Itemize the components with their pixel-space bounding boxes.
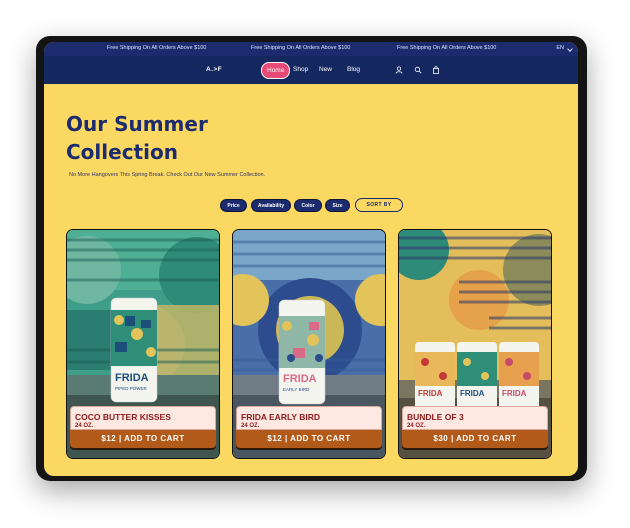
announcement-message: Free Shipping On All Orders Above $100 bbox=[107, 45, 207, 51]
product-label: COCO BUTTER KISSES 24 OZ. bbox=[70, 406, 216, 430]
product-size: 24 OZ. bbox=[241, 423, 260, 429]
product-label: FRIDA EARLY BIRD 24 OZ. bbox=[236, 406, 382, 430]
filter-color[interactable]: Color bbox=[294, 199, 322, 212]
main-nav: A.>F Home Shop New Blog bbox=[44, 56, 578, 84]
can-subtitle: PIPED POWER bbox=[115, 386, 148, 391]
page-subtitle: No More Hangovers This Spring Break. Che… bbox=[69, 172, 266, 178]
product-info: FRIDA EARLY BIRD 24 OZ. $12 | ADD TO CAR… bbox=[236, 406, 382, 454]
filter-size[interactable]: Size bbox=[325, 199, 350, 212]
user-icon[interactable] bbox=[395, 66, 403, 74]
search-icon[interactable] bbox=[414, 66, 422, 74]
can-brand: FRIDA bbox=[502, 389, 527, 398]
add-to-cart-button[interactable]: $30 | ADD TO CART bbox=[402, 430, 548, 448]
sort-by-button[interactable]: SORT BY bbox=[355, 198, 403, 212]
product-info: BUNDLE OF 3 24 OZ. $30 | ADD TO CART bbox=[402, 406, 548, 454]
nav-link-blog[interactable]: Blog bbox=[347, 66, 360, 73]
page-screen: Free Shipping On All Orders Above $100 F… bbox=[44, 42, 578, 476]
nav-link-new[interactable]: New bbox=[319, 66, 332, 73]
product-card[interactable]: FRIDA PIPED POWER COCO BUTTER KISSES 24 … bbox=[66, 229, 220, 459]
product-name: FRIDA EARLY BIRD bbox=[241, 412, 321, 422]
product-card[interactable]: FRIDA EARLY BIRD FRIDA EARLY BIRD 24 OZ.… bbox=[232, 229, 386, 459]
product-name: COCO BUTTER KISSES bbox=[75, 412, 171, 422]
announcement-message: Free Shipping On All Orders Above $100 bbox=[251, 45, 351, 51]
nav-link-home[interactable]: Home bbox=[261, 62, 291, 79]
language-selector[interactable]: EN bbox=[556, 45, 564, 51]
add-to-cart-button[interactable]: $12 | ADD TO CART bbox=[236, 430, 382, 448]
can-brand: FRIDA bbox=[115, 372, 149, 384]
product-card[interactable]: FRIDA FRIDA FRIDA BUNDLE OF 3 24 OZ. $30… bbox=[398, 229, 552, 459]
filter-availability[interactable]: Availability bbox=[251, 199, 291, 212]
announcement-bar: Free Shipping On All Orders Above $100 F… bbox=[44, 42, 578, 56]
product-size: 24 OZ. bbox=[75, 423, 94, 429]
logo[interactable]: A.>F bbox=[206, 66, 222, 73]
can-brand: FRIDA bbox=[460, 389, 485, 398]
add-to-cart-button[interactable]: $12 | ADD TO CART bbox=[70, 430, 216, 448]
announcement-message: Free Shipping On All Orders Above $100 bbox=[397, 45, 497, 51]
product-name: BUNDLE OF 3 bbox=[407, 412, 464, 422]
can-brand: FRIDA bbox=[418, 389, 443, 398]
can-subtitle: EARLY BIRD bbox=[283, 387, 310, 392]
page-title: Our Summer Collection bbox=[66, 112, 208, 164]
can-brand: FRIDA bbox=[283, 373, 317, 385]
nav-link-shop[interactable]: Shop bbox=[293, 66, 308, 73]
filter-price[interactable]: Price bbox=[220, 199, 247, 212]
product-size: 24 OZ. bbox=[407, 423, 426, 429]
cart-icon[interactable] bbox=[432, 66, 440, 74]
product-label: BUNDLE OF 3 24 OZ. bbox=[402, 406, 548, 430]
product-info: COCO BUTTER KISSES 24 OZ. $12 | ADD TO C… bbox=[70, 406, 216, 454]
